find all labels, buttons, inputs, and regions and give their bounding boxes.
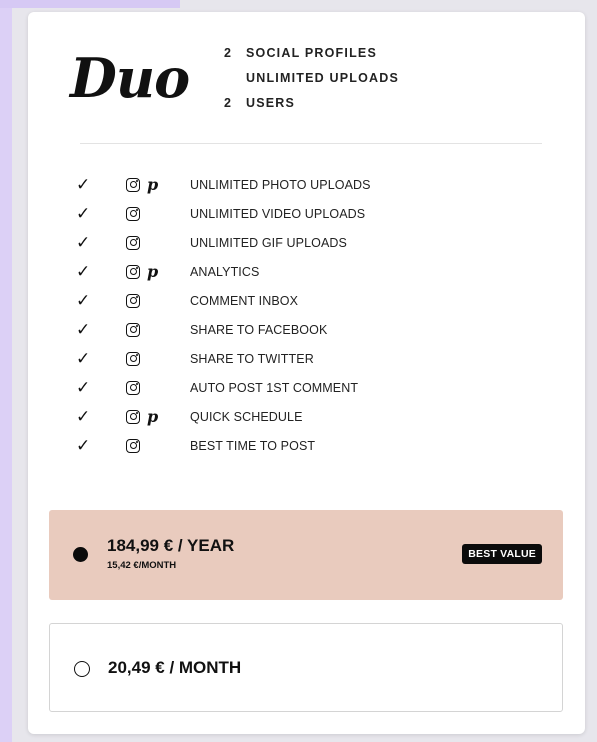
feature-row: ✓ AUTO POST 1ST COMMENT xyxy=(76,373,556,402)
feature-row: ✓ p QUICK SCHEDULE xyxy=(76,402,556,431)
pinterest-icon: p xyxy=(147,261,159,281)
instagram-icon xyxy=(126,293,140,308)
platform-icons: p xyxy=(126,406,190,426)
background-strip-top xyxy=(0,0,180,8)
feature-label: UNLIMITED GIF UPLOADS xyxy=(190,235,347,250)
yearly-per-month: 15,42 €/MONTH xyxy=(107,560,177,571)
platform-icons xyxy=(126,380,190,395)
instagram-icon xyxy=(126,235,140,250)
feature-label: UNLIMITED VIDEO UPLOADS xyxy=(190,206,366,221)
check-icon: ✓ xyxy=(76,175,91,194)
check-icon: ✓ xyxy=(76,378,91,397)
feature-row: ✓ UNLIMITED GIF UPLOADS xyxy=(76,228,556,257)
plan-summary-count: 2 xyxy=(224,96,233,110)
instagram-icon xyxy=(126,380,140,395)
platform-icons xyxy=(126,293,190,308)
radio-unselected-icon[interactable] xyxy=(74,661,90,677)
platform-icons xyxy=(126,322,190,337)
monthly-option[interactable]: 20,49 € / MONTH xyxy=(49,623,563,712)
plan-card: Duo 2 SOCIAL PROFILES UNLIMITED UPLOADS 2… xyxy=(28,12,585,734)
platform-icons: p xyxy=(126,174,190,194)
check-icon: ✓ xyxy=(76,436,91,455)
platform-icons xyxy=(126,438,190,453)
yearly-price: 184,99 € / YEAR xyxy=(107,536,235,555)
pinterest-icon: p xyxy=(147,406,159,426)
check-icon: ✓ xyxy=(76,349,91,368)
feature-label: QUICK SCHEDULE xyxy=(190,409,303,424)
feature-row: ✓ UNLIMITED VIDEO UPLOADS xyxy=(76,199,556,228)
plan-summary-text: UNLIMITED UPLOADS xyxy=(246,71,400,85)
platform-icons xyxy=(126,206,190,221)
instagram-icon xyxy=(126,409,140,424)
monthly-price: 20,49 € / MONTH xyxy=(108,658,242,677)
plan-summary: 2 SOCIAL PROFILES UNLIMITED UPLOADS 2 USER… xyxy=(224,45,399,120)
feature-row: ✓ SHARE TO TWITTER xyxy=(76,344,556,373)
feature-label: ANALYTICS xyxy=(190,264,260,279)
feature-label: SHARE TO TWITTER xyxy=(190,351,314,366)
instagram-icon xyxy=(126,438,140,453)
feature-row: ✓ BEST TIME TO POST xyxy=(76,431,556,460)
check-icon: ✓ xyxy=(76,320,91,339)
pinterest-icon: p xyxy=(147,174,159,194)
check-icon: ✓ xyxy=(76,291,91,310)
plan-logo: Duo xyxy=(70,46,190,110)
check-icon: ✓ xyxy=(76,233,91,252)
plan-summary-line: 2 USERS xyxy=(224,95,399,120)
platform-icons xyxy=(126,235,190,250)
instagram-icon xyxy=(126,351,140,366)
instagram-icon xyxy=(126,206,140,221)
radio-selected-icon[interactable] xyxy=(73,547,88,562)
yearly-option[interactable]: 184,99 € / YEAR 15,42 €/MONTH BEST VALUE xyxy=(49,510,563,600)
feature-label: BEST TIME TO POST xyxy=(190,438,316,453)
plan-summary-count: 2 xyxy=(224,46,233,60)
feature-row: ✓ SHARE TO FACEBOOK xyxy=(76,315,556,344)
check-icon: ✓ xyxy=(76,407,91,426)
feature-label: SHARE TO FACEBOOK xyxy=(190,322,328,337)
instagram-icon xyxy=(126,177,140,192)
platform-icons xyxy=(126,351,190,366)
feature-row: ✓ p ANALYTICS xyxy=(76,257,556,286)
feature-row: ✓ COMMENT INBOX xyxy=(76,286,556,315)
best-value-badge: BEST VALUE xyxy=(462,544,542,564)
check-icon: ✓ xyxy=(76,262,91,281)
plan-summary-line: UNLIMITED UPLOADS xyxy=(224,70,399,95)
instagram-icon xyxy=(126,322,140,337)
plan-summary-text: SOCIAL PROFILES xyxy=(246,46,377,60)
instagram-icon xyxy=(126,264,140,279)
check-icon: ✓ xyxy=(76,204,91,223)
feature-label: AUTO POST 1ST COMMENT xyxy=(190,380,359,395)
feature-list: ✓ p UNLIMITED PHOTO UPLOADS ✓ UNLIMITED VIDE… xyxy=(76,170,556,460)
feature-label: UNLIMITED PHOTO UPLOADS xyxy=(190,177,371,192)
plan-summary-text: USERS xyxy=(246,96,296,110)
feature-label: COMMENT INBOX xyxy=(190,293,299,308)
divider xyxy=(80,143,542,144)
feature-row: ✓ p UNLIMITED PHOTO UPLOADS xyxy=(76,170,556,199)
platform-icons: p xyxy=(126,261,190,281)
background-strip xyxy=(0,0,12,742)
plan-summary-line: 2 SOCIAL PROFILES xyxy=(224,45,399,70)
